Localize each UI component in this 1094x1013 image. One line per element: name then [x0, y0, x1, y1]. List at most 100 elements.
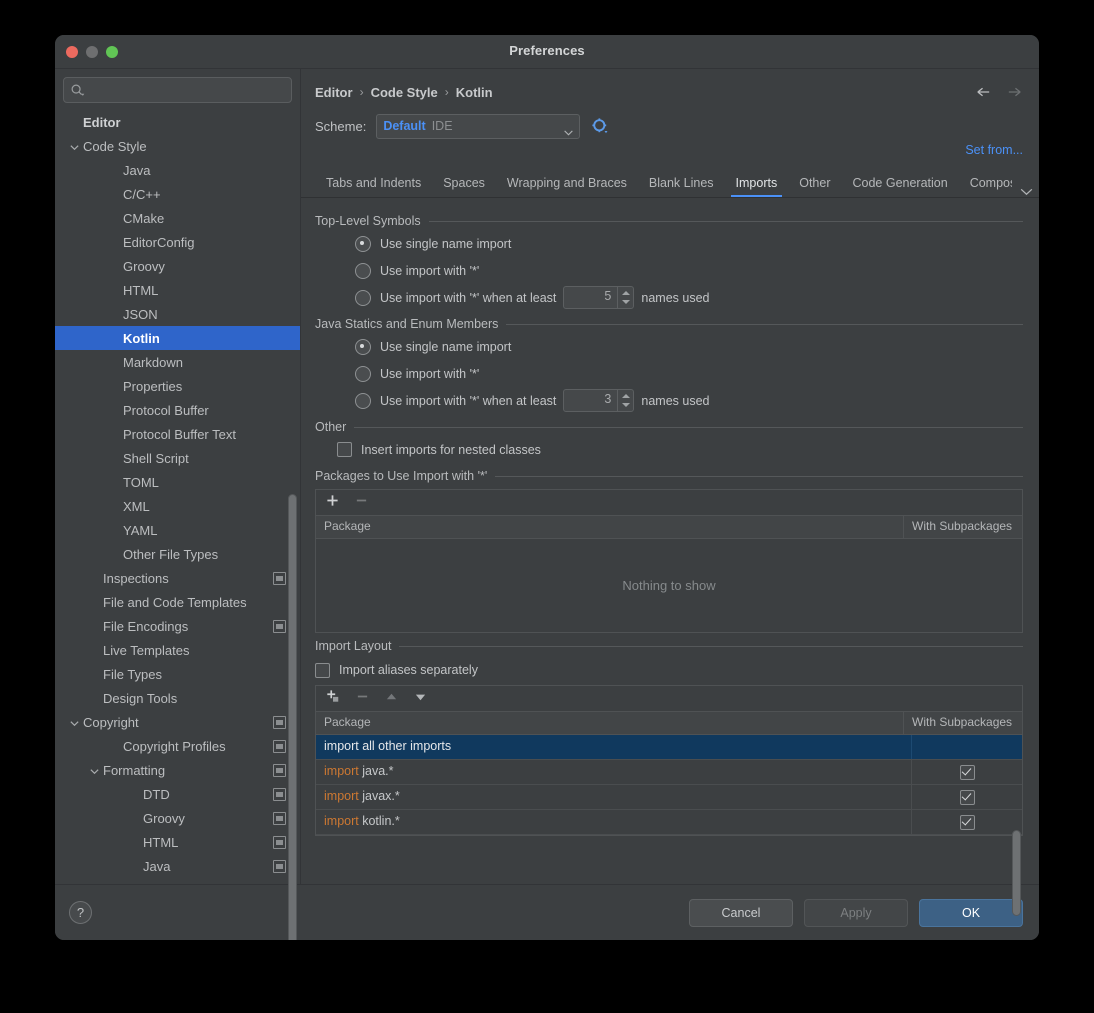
sidebar-item-toml[interactable]: TOML — [55, 470, 300, 494]
sidebar-item-yaml[interactable]: YAML — [55, 518, 300, 542]
tab-compose[interactable]: Compose — [959, 176, 1012, 197]
import-aliases-separately-option[interactable]: Import aliases separately — [315, 657, 1023, 683]
sidebar-item-kotlin[interactable]: Kotlin — [55, 878, 300, 884]
radio-icon[interactable] — [355, 338, 371, 355]
sidebar-item-design-tools[interactable]: Design Tools — [55, 686, 300, 710]
sidebar-item-protocol-buffer[interactable]: Protocol Buffer — [55, 398, 300, 422]
cancel-button[interactable]: Cancel — [689, 898, 793, 927]
cell-with-subpackages[interactable] — [912, 735, 1022, 759]
sidebar-item-other-file-types[interactable]: Other File Types — [55, 542, 300, 566]
insert-imports-nested-classes-option[interactable]: Insert imports for nested classes — [315, 436, 1023, 463]
checkbox-icon[interactable] — [959, 764, 975, 780]
table-row[interactable]: import java.* — [316, 760, 1022, 785]
chevron-down-icon[interactable] — [1020, 183, 1033, 196]
search-box[interactable] — [63, 77, 292, 103]
sidebar-item-kotlin[interactable]: Kotlin — [55, 326, 300, 350]
scheme-select[interactable]: Default IDE — [376, 113, 581, 139]
sidebar-item-html[interactable]: HTML — [55, 830, 300, 854]
stepper-value[interactable]: 5 — [564, 287, 617, 308]
chevron-down-icon[interactable] — [89, 765, 100, 776]
stepper-down-icon[interactable] — [621, 402, 630, 407]
radio-icon[interactable] — [355, 365, 371, 382]
sidebar-item-java[interactable]: Java — [55, 158, 300, 182]
checkbox-icon[interactable] — [315, 662, 330, 678]
sidebar-item-groovy[interactable]: Groovy — [55, 254, 300, 278]
stepper-value[interactable]: 3 — [564, 390, 617, 411]
java-statics-single-name-option[interactable]: Use single name import — [315, 333, 1023, 360]
sidebar-item-json[interactable]: JSON — [55, 302, 300, 326]
sidebar-scrollbar[interactable] — [288, 494, 297, 940]
sidebar-item-java[interactable]: Java — [55, 854, 300, 878]
search-input[interactable] — [85, 82, 285, 98]
add-icon[interactable] — [326, 494, 339, 512]
settings-tree[interactable]: Editor Code Style Java C/C++ CMake EditorConf… — [55, 107, 300, 884]
radio-icon[interactable] — [355, 235, 371, 252]
arrow-left-icon[interactable] — [975, 85, 992, 99]
tab-imports[interactable]: Imports — [725, 176, 789, 197]
tab-blank-lines[interactable]: Blank Lines — [638, 176, 725, 197]
cell-package[interactable]: import all other imports — [316, 735, 912, 759]
sidebar-item-file-encodings[interactable]: File Encodings — [55, 614, 300, 638]
sidebar-item-html[interactable]: HTML — [55, 278, 300, 302]
chevron-down-icon[interactable] — [69, 717, 80, 728]
sidebar-item-xml[interactable]: XML — [55, 494, 300, 518]
sidebar-item-live-templates[interactable]: Live Templates — [55, 638, 300, 662]
stepper-up-icon[interactable] — [621, 394, 630, 399]
sidebar-item-formatting[interactable]: Formatting — [55, 758, 300, 782]
cell-package[interactable]: import kotlin.* — [316, 810, 912, 834]
checkbox-icon[interactable] — [337, 442, 352, 457]
sidebar-item-markdown[interactable]: Markdown — [55, 350, 300, 374]
java-statics-star-import-option[interactable]: Use import with '*' — [315, 360, 1023, 387]
cell-with-subpackages[interactable] — [912, 810, 1022, 834]
top-level-single-name-option[interactable]: Use single name import — [315, 230, 1023, 257]
top-level-threshold-stepper[interactable]: 5 — [563, 286, 635, 309]
sidebar-item-editorconfig[interactable]: EditorConfig — [55, 230, 300, 254]
breadcrumb-item-kotlin[interactable]: Kotlin — [456, 85, 493, 100]
cell-with-subpackages[interactable] — [912, 760, 1022, 784]
import-layout-scrollbar[interactable] — [1012, 830, 1021, 916]
sidebar-item-code-style[interactable]: Code Style — [55, 134, 300, 158]
checkbox-icon[interactable] — [959, 814, 975, 830]
sidebar-item-groovy[interactable]: Groovy — [55, 806, 300, 830]
cell-package[interactable]: import java.* — [316, 760, 912, 784]
sidebar-item-copyright-profiles[interactable]: Copyright Profiles — [55, 734, 300, 758]
breadcrumb-item-editor[interactable]: Editor — [315, 85, 353, 100]
stepper-buttons[interactable] — [617, 287, 633, 308]
radio-icon[interactable] — [355, 392, 371, 409]
cell-with-subpackages[interactable] — [912, 785, 1022, 809]
add-package-icon[interactable] — [326, 689, 340, 708]
tab-code-generation[interactable]: Code Generation — [841, 176, 958, 197]
java-statics-threshold-option[interactable]: Use import with '*' when at least 3 name… — [315, 387, 1023, 414]
top-level-star-import-option[interactable]: Use import with '*' — [315, 257, 1023, 284]
sidebar-item-cmake[interactable]: CMake — [55, 206, 300, 230]
cell-package[interactable]: import javax.* — [316, 785, 912, 809]
gear-icon[interactable] — [592, 118, 608, 134]
chevron-down-icon[interactable] — [69, 141, 80, 152]
radio-icon[interactable] — [355, 289, 371, 306]
sidebar-item-file-types[interactable]: File Types — [55, 662, 300, 686]
sidebar-item-shell-script[interactable]: Shell Script — [55, 446, 300, 470]
sidebar-item-editor[interactable]: Editor — [55, 110, 300, 134]
stepper-up-icon[interactable] — [621, 291, 630, 296]
breadcrumb-item-code-style[interactable]: Code Style — [371, 85, 438, 100]
set-from-link[interactable]: Set from... — [965, 143, 1023, 161]
table-row[interactable]: import javax.* — [316, 785, 1022, 810]
sidebar-item-properties[interactable]: Properties — [55, 374, 300, 398]
top-level-threshold-option[interactable]: Use import with '*' when at least 5 name… — [315, 284, 1023, 311]
sidebar-item-inspections[interactable]: Inspections — [55, 566, 300, 590]
tab-other[interactable]: Other — [788, 176, 841, 197]
tab-wrapping-and-braces[interactable]: Wrapping and Braces — [496, 176, 638, 197]
stepper-buttons[interactable] — [617, 390, 633, 411]
sidebar-item-file-and-code-templates[interactable]: File and Code Templates — [55, 590, 300, 614]
sidebar-item-c-c[interactable]: C/C++ — [55, 182, 300, 206]
java-statics-threshold-stepper[interactable]: 3 — [563, 389, 635, 412]
table-row[interactable]: import kotlin.* — [316, 810, 1022, 835]
ok-button[interactable]: OK — [919, 898, 1023, 927]
arrow-down-icon[interactable] — [414, 690, 427, 708]
checkbox-icon[interactable] — [959, 789, 975, 805]
stepper-down-icon[interactable] — [621, 299, 630, 304]
sidebar-item-copyright[interactable]: Copyright — [55, 710, 300, 734]
sidebar-item-dtd[interactable]: DTD — [55, 782, 300, 806]
tab-spaces[interactable]: Spaces — [432, 176, 496, 197]
sidebar-item-protocol-buffer-text[interactable]: Protocol Buffer Text — [55, 422, 300, 446]
